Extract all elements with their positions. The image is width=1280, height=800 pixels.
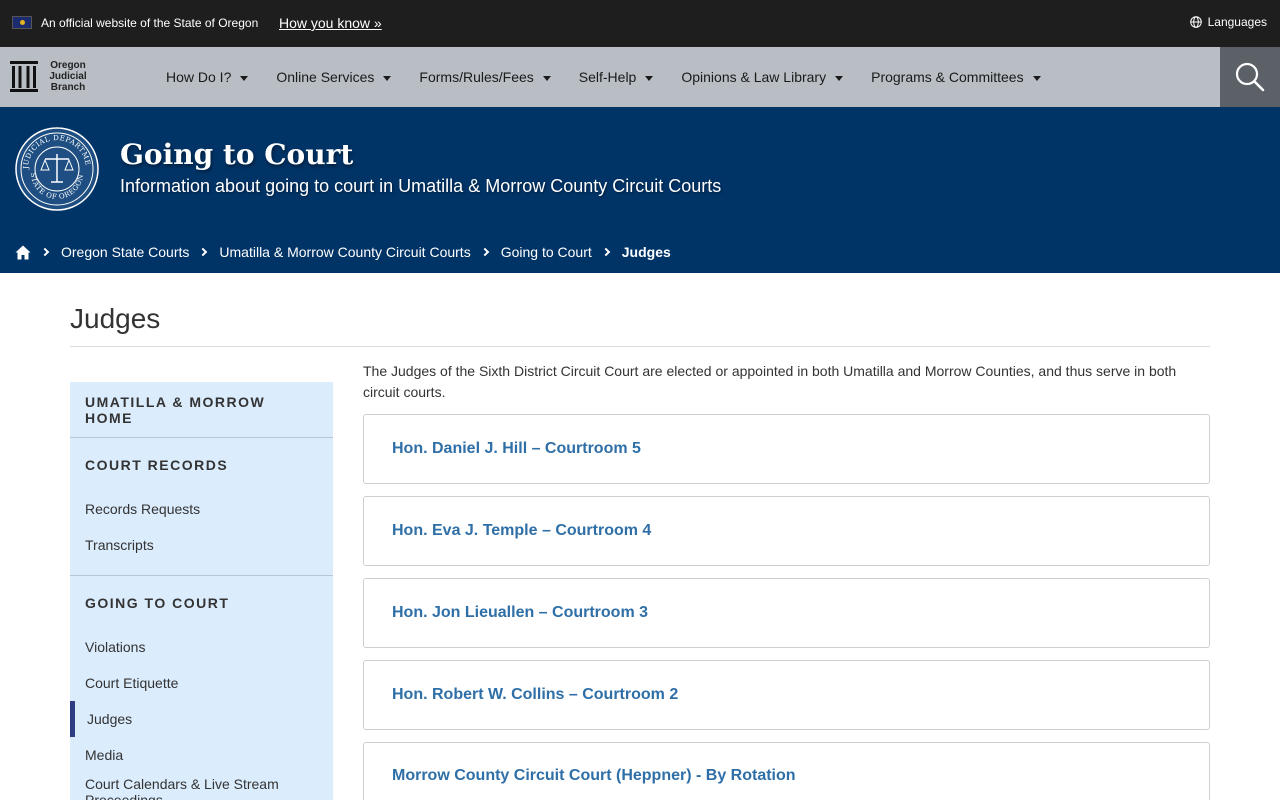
sidebar-item-court-etiquette[interactable]: Court Etiquette <box>70 665 333 701</box>
sidebar-nav: UMATILLA & MORROW HOME COURT RECORDS Rec… <box>70 382 333 800</box>
judge-link[interactable]: Hon. Jon Lieuallen – Courtroom 3 <box>392 604 648 622</box>
judge-link[interactable]: Morrow County Circuit Court (Heppner) - … <box>392 767 796 785</box>
intro-text: The Judges of the Sixth District Circuit… <box>363 363 1177 400</box>
caret-down-icon <box>383 75 392 81</box>
breadcrumb-current: Judges <box>621 244 671 260</box>
sidebar-item-media[interactable]: Media <box>70 737 333 773</box>
caret-down-icon <box>645 75 654 81</box>
logo-line-3: Branch <box>50 81 86 93</box>
judge-card-hill[interactable]: Hon. Daniel J. Hill – Courtroom 5 <box>363 414 1210 484</box>
logo-text: Oregon Judicial Branch <box>45 60 91 93</box>
nav-label: Self-Help <box>578 69 637 85</box>
sidebar-home-link[interactable]: UMATILLA & MORROW HOME <box>70 382 333 437</box>
sidebar-item-judges[interactable]: Judges <box>70 701 333 737</box>
judge-link[interactable]: Hon. Eva J. Temple – Courtroom 4 <box>392 522 651 540</box>
nav-online-services[interactable]: Online Services <box>276 69 392 85</box>
breadcrumb: Oregon State Courts Umatilla & Morrow Co… <box>15 244 671 260</box>
sidebar-item-transcripts[interactable]: Transcripts <box>70 527 333 563</box>
caret-down-icon <box>240 75 249 81</box>
flag-icon <box>12 16 32 29</box>
nav-label: Programs & Committees <box>871 69 1024 85</box>
breadcrumb-going-to-court[interactable]: Going to Court <box>501 244 592 260</box>
hero-subtitle: Information about going to court in Umat… <box>120 176 722 196</box>
languages-button[interactable]: Languages <box>1189 15 1267 29</box>
sidebar-item-records-requests[interactable]: Records Requests <box>70 491 333 527</box>
search-icon <box>1235 62 1265 92</box>
judge-card-morrow-rotation[interactable]: Morrow County Circuit Court (Heppner) - … <box>363 742 1210 800</box>
judge-card-lieuallen[interactable]: Hon. Jon Lieuallen – Courtroom 3 <box>363 578 1210 648</box>
nav-label: Forms/Rules/Fees <box>419 69 534 85</box>
hero-banner: JUDICIAL DEPARTMENT STATE OF OREGON Goin… <box>0 107 1280 273</box>
globe-icon <box>1189 16 1202 28</box>
nav-label: How Do I? <box>166 69 232 85</box>
official-text: An official website of the State of Oreg… <box>41 16 259 30</box>
sidebar-section-court-records: COURT RECORDS <box>85 456 229 473</box>
logo-line-1: Oregon <box>50 59 86 71</box>
how-you-know-link[interactable]: How you know » <box>279 15 382 31</box>
nav-opinions-law-library[interactable]: Opinions & Law Library <box>681 69 844 85</box>
official-banner: An official website of the State of Oreg… <box>0 0 1280 47</box>
judge-link[interactable]: Hon. Daniel J. Hill – Courtroom 5 <box>392 440 641 458</box>
logo-icon <box>10 61 38 92</box>
main-nav: Oregon Judicial Branch How Do I? Online … <box>0 47 1280 107</box>
hero-title: Going to Court <box>120 138 354 171</box>
nav-programs-committees[interactable]: Programs & Committees <box>871 69 1041 85</box>
chevron-right-icon <box>40 247 50 257</box>
title-divider <box>70 346 1210 347</box>
search-button[interactable] <box>1220 47 1280 107</box>
chevron-right-icon <box>199 247 208 257</box>
chevron-right-icon <box>601 247 611 257</box>
nav-forms-rules-fees[interactable]: Forms/Rules/Fees <box>419 69 551 85</box>
sidebar-item-violations[interactable]: Violations <box>70 629 333 665</box>
nav-items: How Do I? Online Services Forms/Rules/Fe… <box>166 47 1069 107</box>
judge-link[interactable]: Hon. Robert W. Collins – Courtroom 2 <box>392 686 678 704</box>
caret-down-icon <box>835 75 844 81</box>
chevron-right-icon <box>480 247 489 257</box>
caret-down-icon <box>542 75 551 81</box>
nav-label: Online Services <box>276 69 375 85</box>
nav-how-do-i[interactable]: How Do I? <box>166 69 249 85</box>
sidebar-section-going-to-court: GOING TO COURT <box>85 594 230 611</box>
breadcrumb-umatilla-morrow[interactable]: Umatilla & Morrow County Circuit Courts <box>219 244 470 260</box>
nav-self-help[interactable]: Self-Help <box>579 69 654 85</box>
logo-line-2: Judicial <box>49 70 87 82</box>
judge-card-collins[interactable]: Hon. Robert W. Collins – Courtroom 2 <box>363 660 1210 730</box>
sidebar-item-court-calendars[interactable]: Court Calendars & Live Stream Proceeding… <box>70 773 333 800</box>
judge-card-temple[interactable]: Hon. Eva J. Temple – Courtroom 4 <box>363 496 1210 566</box>
breadcrumb-oregon-state-courts[interactable]: Oregon State Courts <box>61 244 189 260</box>
page-title: Judges <box>70 303 161 334</box>
nav-label: Opinions & Law Library <box>681 69 827 85</box>
home-icon[interactable] <box>15 245 31 260</box>
seal-icon: JUDICIAL DEPARTMENT STATE OF OREGON <box>14 126 99 211</box>
languages-label: Languages <box>1207 15 1267 29</box>
ojb-logo[interactable]: Oregon Judicial Branch <box>9 59 91 93</box>
caret-down-icon <box>1032 75 1041 81</box>
